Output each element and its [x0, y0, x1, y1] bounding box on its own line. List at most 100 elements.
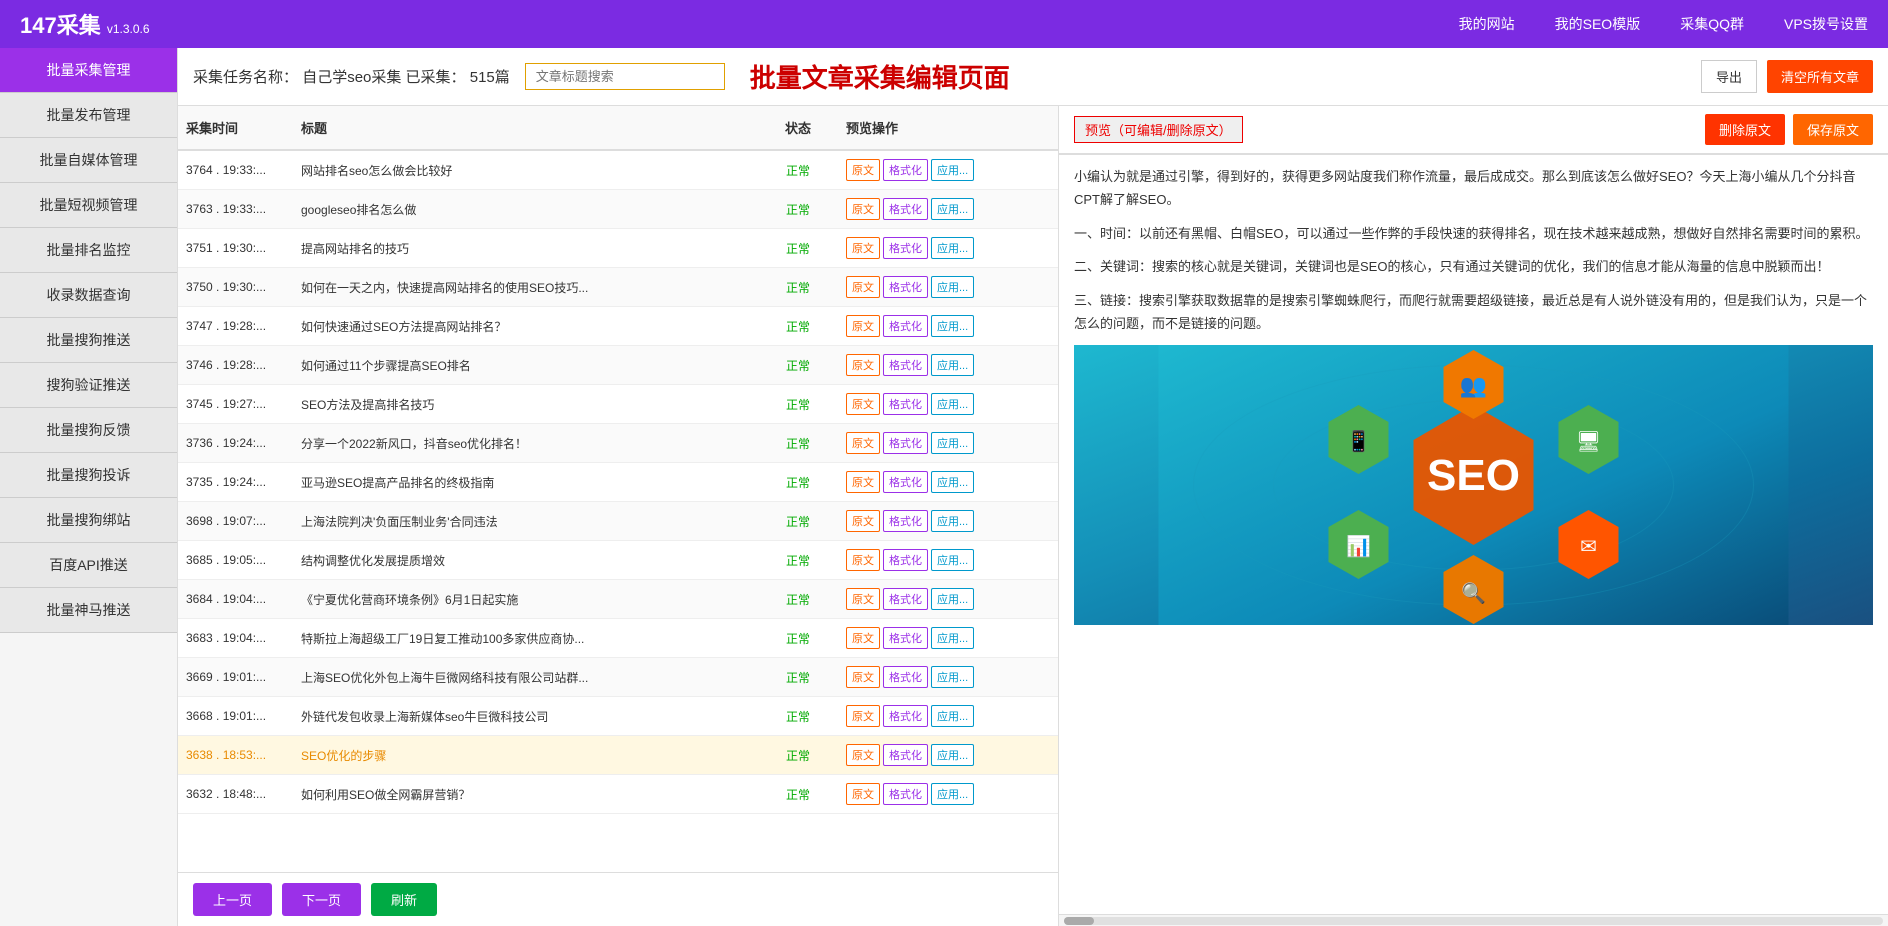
btn-apply-4[interactable]: 应用... [931, 315, 974, 337]
refresh-button[interactable]: 刷新 [371, 883, 437, 916]
cell-title[interactable]: 提高网站排名的技巧 [293, 237, 758, 260]
btn-geishi-10[interactable]: 格式化 [883, 549, 928, 571]
table-row: 3683 . 19:04:... 特斯拉上海超级工厂19日复工推动100多家供应… [178, 619, 1058, 658]
btn-geishi-2[interactable]: 格式化 [883, 237, 928, 259]
nav-seo-template[interactable]: 我的SEO模版 [1555, 14, 1641, 34]
sidebar-item-sogou-verify[interactable]: 搜狗验证推送 [0, 363, 177, 408]
btn-apply-10[interactable]: 应用... [931, 549, 974, 571]
sidebar-item-collect-manage[interactable]: 批量采集管理 [0, 48, 177, 93]
cell-title[interactable]: 如何在一天之内，快速提高网站排名的使用SEO技巧... [293, 276, 758, 299]
btn-apply-15[interactable]: 应用... [931, 744, 974, 766]
btn-apply-8[interactable]: 应用... [931, 471, 974, 493]
btn-yuanwen-16[interactable]: 原文 [846, 783, 880, 805]
btn-yuanwen-0[interactable]: 原文 [846, 159, 880, 181]
table-row: 3698 . 19:07:... 上海法院判决'负面压制业务'合同违法 正常 原… [178, 502, 1058, 541]
cell-title[interactable]: SEO优化的步骤 [293, 744, 758, 767]
btn-yuanwen-3[interactable]: 原文 [846, 276, 880, 298]
cell-title[interactable]: 如何快速通过SEO方法提高网站排名？ [293, 315, 758, 338]
cell-title[interactable]: 上海SEO优化外包上海牛巨微网络科技有限公司站群... [293, 666, 758, 689]
table-row: 3763 . 19:33:... googleseo排名怎么做 正常 原文 格式… [178, 190, 1058, 229]
export-button[interactable]: 导出 [1701, 60, 1757, 93]
prev-page-button[interactable]: 上一页 [193, 883, 272, 916]
btn-geishi-16[interactable]: 格式化 [883, 783, 928, 805]
btn-apply-5[interactable]: 应用... [931, 354, 974, 376]
btn-yuanwen-15[interactable]: 原文 [846, 744, 880, 766]
btn-yuanwen-7[interactable]: 原文 [846, 432, 880, 454]
btn-geishi-6[interactable]: 格式化 [883, 393, 928, 415]
btn-yuanwen-11[interactable]: 原文 [846, 588, 880, 610]
btn-apply-9[interactable]: 应用... [931, 510, 974, 532]
sidebar-item-video-manage[interactable]: 批量短视频管理 [0, 183, 177, 228]
next-page-button[interactable]: 下一页 [282, 883, 361, 916]
btn-yuanwen-2[interactable]: 原文 [846, 237, 880, 259]
cell-title[interactable]: 如何通过11个步骤提高SEO排名 [293, 354, 758, 377]
btn-apply-1[interactable]: 应用... [931, 198, 974, 220]
nav-vps-setting[interactable]: VPS拨号设置 [1784, 14, 1868, 34]
btn-geishi-4[interactable]: 格式化 [883, 315, 928, 337]
cell-title[interactable]: SEO方法及提高排名技巧 [293, 393, 758, 416]
btn-apply-7[interactable]: 应用... [931, 432, 974, 454]
btn-geishi-12[interactable]: 格式化 [883, 627, 928, 649]
search-input[interactable] [525, 63, 725, 90]
sidebar-item-record-query[interactable]: 收录数据查询 [0, 273, 177, 318]
cell-title[interactable]: 《宁夏优化营商环境条例》6月1日起实施 [293, 588, 758, 611]
cell-title[interactable]: 分享一个2022新风口，抖音seo优化排名！ [293, 432, 758, 455]
btn-yuanwen-10[interactable]: 原文 [846, 549, 880, 571]
nav-qq-group[interactable]: 采集QQ群 [1680, 14, 1744, 34]
sidebar-item-sogou-feedback[interactable]: 批量搜狗反馈 [0, 408, 177, 453]
save-original-button[interactable]: 保存原文 [1793, 114, 1873, 145]
btn-yuanwen-6[interactable]: 原文 [846, 393, 880, 415]
preview-content-area[interactable]: 小编认为就是通过引擎，得到好的，获得更多网站度我们称作流量，最后成成交。那么到底… [1059, 155, 1888, 914]
btn-apply-11[interactable]: 应用... [931, 588, 974, 610]
clear-all-button[interactable]: 清空所有文章 [1767, 60, 1873, 93]
btn-apply-16[interactable]: 应用... [931, 783, 974, 805]
sidebar-item-publish-manage[interactable]: 批量发布管理 [0, 93, 177, 138]
btn-yuanwen-5[interactable]: 原文 [846, 354, 880, 376]
sidebar-item-shenma-push[interactable]: 批量神马推送 [0, 588, 177, 633]
sidebar-item-media-manage[interactable]: 批量自媒体管理 [0, 138, 177, 183]
btn-geishi-3[interactable]: 格式化 [883, 276, 928, 298]
btn-geishi-0[interactable]: 格式化 [883, 159, 928, 181]
btn-apply-0[interactable]: 应用... [931, 159, 974, 181]
btn-geishi-14[interactable]: 格式化 [883, 705, 928, 727]
btn-yuanwen-13[interactable]: 原文 [846, 666, 880, 688]
btn-geishi-7[interactable]: 格式化 [883, 432, 928, 454]
btn-apply-14[interactable]: 应用... [931, 705, 974, 727]
btn-yuanwen-1[interactable]: 原文 [846, 198, 880, 220]
sidebar-item-sogou-complaint[interactable]: 批量搜狗投诉 [0, 453, 177, 498]
btn-geishi-5[interactable]: 格式化 [883, 354, 928, 376]
btn-geishi-9[interactable]: 格式化 [883, 510, 928, 532]
delete-original-button[interactable]: 删除原文 [1705, 114, 1785, 145]
btn-geishi-13[interactable]: 格式化 [883, 666, 928, 688]
h-scroll-thumb[interactable] [1064, 917, 1094, 925]
btn-yuanwen-8[interactable]: 原文 [846, 471, 880, 493]
btn-apply-6[interactable]: 应用... [931, 393, 974, 415]
btn-apply-2[interactable]: 应用... [931, 237, 974, 259]
cell-title[interactable]: 亚马逊SEO提高产品排名的终极指南 [293, 471, 758, 494]
btn-geishi-15[interactable]: 格式化 [883, 744, 928, 766]
cell-title[interactable]: 外链代发包收录上海新媒体seo牛巨微科技公司 [293, 705, 758, 728]
cell-title[interactable]: 网站排名seo怎么做会比较好 [293, 159, 758, 182]
btn-yuanwen-9[interactable]: 原文 [846, 510, 880, 532]
btn-apply-12[interactable]: 应用... [931, 627, 974, 649]
cell-title[interactable]: 如何利用SEO做全网霸屏营销？ [293, 783, 758, 806]
btn-yuanwen-4[interactable]: 原文 [846, 315, 880, 337]
btn-yuanwen-14[interactable]: 原文 [846, 705, 880, 727]
btn-apply-3[interactable]: 应用... [931, 276, 974, 298]
sidebar-item-baidu-api[interactable]: 百度API推送 [0, 543, 177, 588]
cell-title[interactable]: 特斯拉上海超级工厂19日复工推动100多家供应商协... [293, 627, 758, 650]
sidebar-item-rank-monitor[interactable]: 批量排名监控 [0, 228, 177, 273]
cell-time: 3669 . 19:01:... [178, 667, 293, 687]
nav-my-site[interactable]: 我的网站 [1459, 14, 1515, 34]
cell-title[interactable]: 结构调整优化发展提质增效 [293, 549, 758, 572]
cell-title[interactable]: googleseo排名怎么做 [293, 198, 758, 221]
btn-geishi-1[interactable]: 格式化 [883, 198, 928, 220]
btn-apply-13[interactable]: 应用... [931, 666, 974, 688]
sidebar-item-sogou-push[interactable]: 批量搜狗推送 [0, 318, 177, 363]
cell-title[interactable]: 上海法院判决'负面压制业务'合同违法 [293, 510, 758, 533]
btn-yuanwen-12[interactable]: 原文 [846, 627, 880, 649]
sidebar-item-sogou-bind[interactable]: 批量搜狗绑站 [0, 498, 177, 543]
preview-toggle-button[interactable]: 预览（可编辑/删除原文） [1074, 116, 1243, 143]
btn-geishi-8[interactable]: 格式化 [883, 471, 928, 493]
btn-geishi-11[interactable]: 格式化 [883, 588, 928, 610]
